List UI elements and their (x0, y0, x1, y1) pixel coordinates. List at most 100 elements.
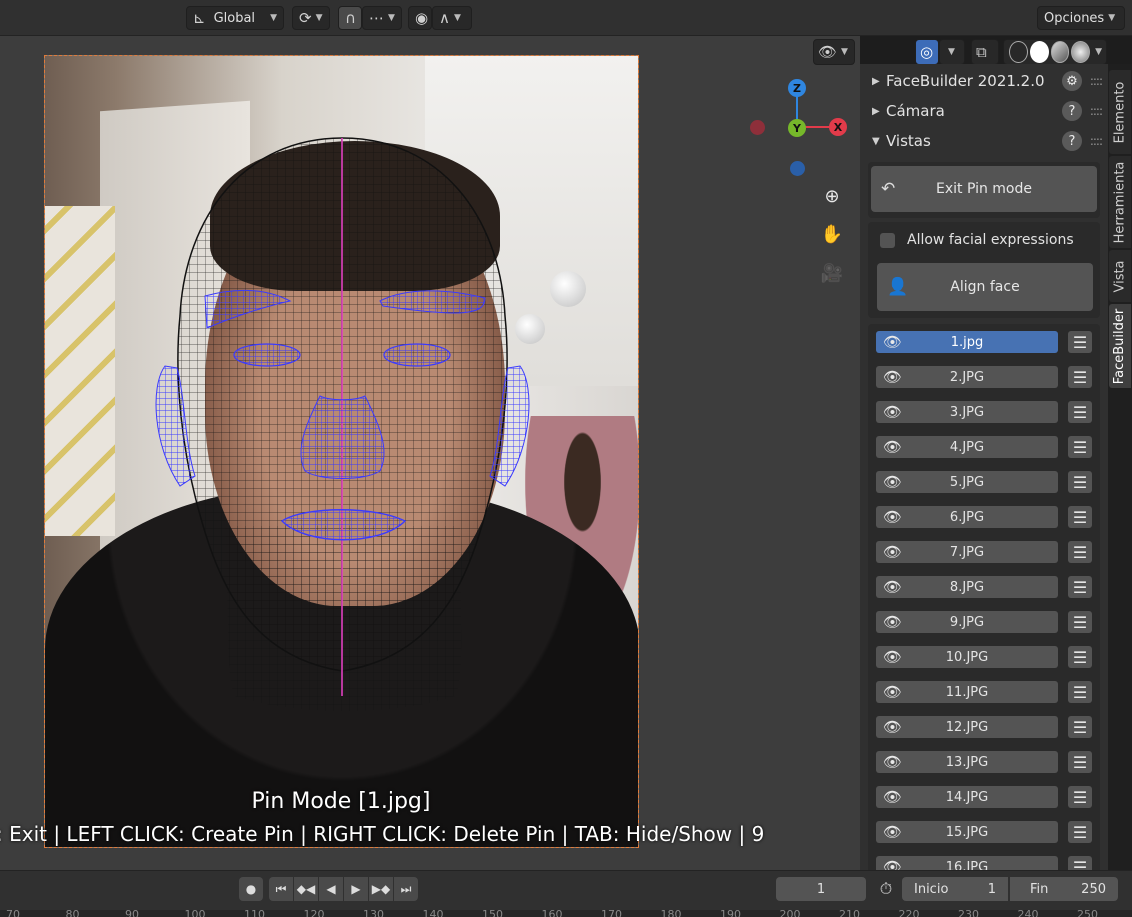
eye-icon[interactable]: 👁 (883, 578, 902, 596)
start-frame-field[interactable]: Inicio 1 (902, 877, 1008, 901)
eye-icon[interactable]: 👁 (883, 788, 902, 806)
image-select-button[interactable]: 12.JPG (876, 716, 1058, 738)
eye-icon[interactable]: 👁 (883, 613, 902, 631)
help-icon[interactable]: ? (1062, 131, 1082, 151)
jump-start-button[interactable]: ⏮ (269, 877, 293, 901)
eye-icon[interactable]: 👁 (883, 368, 902, 386)
checkbox-box[interactable] (880, 232, 895, 248)
image-select-button[interactable]: 1.jpg (876, 331, 1058, 353)
frame-ruler[interactable]: 70 80 90 100 110 120 130 140 150 160 170 180 190 200 2… (0, 908, 1132, 917)
options-dropdown[interactable]: Opciones ▼ (1037, 6, 1125, 30)
menu-icon[interactable]: ☰ (1068, 366, 1092, 388)
falloff-dropdown[interactable]: ∧ ▼ (432, 6, 472, 30)
section-header-camera[interactable]: ▶ Cámara ? :::: (860, 96, 1108, 126)
prev-keyframe-button[interactable]: ◆◀ (294, 877, 318, 901)
menu-icon[interactable]: ☰ (1068, 786, 1092, 808)
play-reverse-button[interactable]: ◀ (319, 877, 343, 901)
image-select-button[interactable]: 16.JPG (876, 856, 1058, 870)
image-select-button[interactable]: 15.JPG (876, 821, 1058, 843)
proportional-edit-toggle[interactable]: ◉ (408, 6, 432, 30)
axis-neg-x-button[interactable] (750, 120, 765, 135)
eye-icon[interactable]: 👁 (883, 718, 902, 736)
tab-vista[interactable]: Vista (1109, 250, 1131, 302)
image-select-button[interactable]: 5.JPG (876, 471, 1058, 493)
camera-view-button[interactable]: 🎥 (817, 258, 847, 288)
eye-icon[interactable]: 👁 (883, 858, 902, 870)
section-header-facebuilder[interactable]: ▶ FaceBuilder 2021.2.0 ⚙ :::: (860, 66, 1108, 96)
transform-orientation-dropdown[interactable]: ⊾ Global ▼ (186, 6, 284, 30)
axis-z-button[interactable]: Z (788, 79, 806, 97)
eye-icon[interactable]: 👁 (883, 333, 902, 351)
pan-view-button[interactable]: ✋ (817, 219, 847, 249)
shading-mode-selector[interactable]: ▼ (1003, 39, 1107, 65)
xray-toggle[interactable]: ⧉ (971, 39, 999, 65)
image-select-button[interactable]: 6.JPG (876, 506, 1058, 528)
image-select-button[interactable]: 11.JPG (876, 681, 1058, 703)
current-frame-field[interactable]: 1 (776, 877, 866, 901)
menu-icon[interactable]: ☰ (1068, 646, 1092, 668)
image-select-button[interactable]: 3.JPG (876, 401, 1058, 423)
3d-viewport[interactable]: Pin Mode [1.jpg] : Exit | LEFT CLICK: Cr… (0, 36, 860, 870)
rendered-shading-icon[interactable] (1071, 41, 1091, 63)
menu-icon[interactable]: ☰ (1068, 856, 1092, 870)
axis-y-button[interactable]: Y (788, 119, 806, 137)
camera-frame[interactable] (44, 55, 639, 848)
menu-icon[interactable]: ☰ (1068, 716, 1092, 738)
end-frame-field[interactable]: Fin 250 (1010, 877, 1118, 901)
eye-icon[interactable]: 👁 (883, 648, 902, 666)
allow-facial-expressions-checkbox[interactable]: Allow facial expressions (880, 232, 1074, 248)
menu-icon[interactable]: ☰ (1068, 681, 1092, 703)
material-shading-icon[interactable] (1050, 41, 1070, 63)
axis-x-button[interactable]: X (829, 118, 847, 136)
gear-icon[interactable]: ⚙ (1062, 71, 1082, 91)
image-select-button[interactable]: 7.JPG (876, 541, 1058, 563)
menu-icon[interactable]: ☰ (1068, 821, 1092, 843)
eye-icon[interactable]: 👁 (883, 403, 902, 421)
image-select-button[interactable]: 10.JPG (876, 646, 1058, 668)
menu-icon[interactable]: ☰ (1068, 401, 1092, 423)
menu-icon[interactable]: ☰ (1068, 611, 1092, 633)
drag-grip-icon[interactable]: :::: (1090, 104, 1103, 118)
wireframe-shading-icon[interactable] (1009, 41, 1028, 63)
eye-icon[interactable]: 👁 (883, 438, 902, 456)
next-keyframe-button[interactable]: ▶◆ (369, 877, 393, 901)
tab-herramienta[interactable]: Herramienta (1109, 156, 1131, 248)
overlays-toggle[interactable]: ◎ (915, 39, 939, 65)
drag-grip-icon[interactable]: :::: (1090, 134, 1103, 148)
overlays-dropdown[interactable]: ▼ (939, 39, 965, 65)
exit-pin-mode-button[interactable]: ↶ Exit Pin mode (871, 166, 1097, 212)
snap-target-dropdown[interactable]: ⋯ ▼ (362, 6, 402, 30)
menu-icon[interactable]: ☰ (1068, 541, 1092, 563)
menu-icon[interactable]: ☰ (1068, 751, 1092, 773)
object-visibility-dropdown[interactable]: 👁 ▼ (813, 39, 855, 65)
eye-icon[interactable]: 👁 (883, 753, 902, 771)
tab-facebuilder[interactable]: FaceBuilder (1109, 304, 1131, 388)
align-face-button[interactable]: 👤 Align face (877, 263, 1093, 311)
head-mesh-wireframe[interactable] (45, 56, 639, 848)
menu-icon[interactable]: ☰ (1068, 471, 1092, 493)
solid-shading-icon[interactable] (1029, 41, 1049, 63)
help-icon[interactable]: ? (1062, 101, 1082, 121)
eye-icon[interactable]: 👁 (883, 473, 902, 491)
eye-icon[interactable]: 👁 (883, 508, 902, 526)
image-select-button[interactable]: 14.JPG (876, 786, 1058, 808)
axis-neg-z-button[interactable] (790, 161, 805, 176)
eye-icon[interactable]: 👁 (883, 823, 902, 841)
drag-grip-icon[interactable]: :::: (1090, 74, 1103, 88)
image-select-button[interactable]: 9.JPG (876, 611, 1058, 633)
image-select-button[interactable]: 8.JPG (876, 576, 1058, 598)
snap-toggle[interactable]: ∩ (338, 6, 362, 30)
menu-icon[interactable]: ☰ (1068, 331, 1092, 353)
menu-icon[interactable]: ☰ (1068, 436, 1092, 458)
image-select-button[interactable]: 4.JPG (876, 436, 1058, 458)
image-select-button[interactable]: 2.JPG (876, 366, 1058, 388)
zoom-view-button[interactable]: ⊕ (817, 181, 847, 211)
section-header-views[interactable]: ▼ Vistas ? :::: (860, 126, 1108, 156)
preview-range-toggle[interactable]: ⏱ (874, 877, 898, 901)
record-button[interactable]: ● (239, 877, 263, 901)
eye-icon[interactable]: 👁 (883, 683, 902, 701)
tab-elemento[interactable]: Elemento (1109, 70, 1131, 154)
eye-icon[interactable]: 👁 (883, 543, 902, 561)
jump-end-button[interactable]: ⏭ (394, 877, 418, 901)
pivot-point-dropdown[interactable]: ⟳ ▼ (292, 6, 330, 30)
